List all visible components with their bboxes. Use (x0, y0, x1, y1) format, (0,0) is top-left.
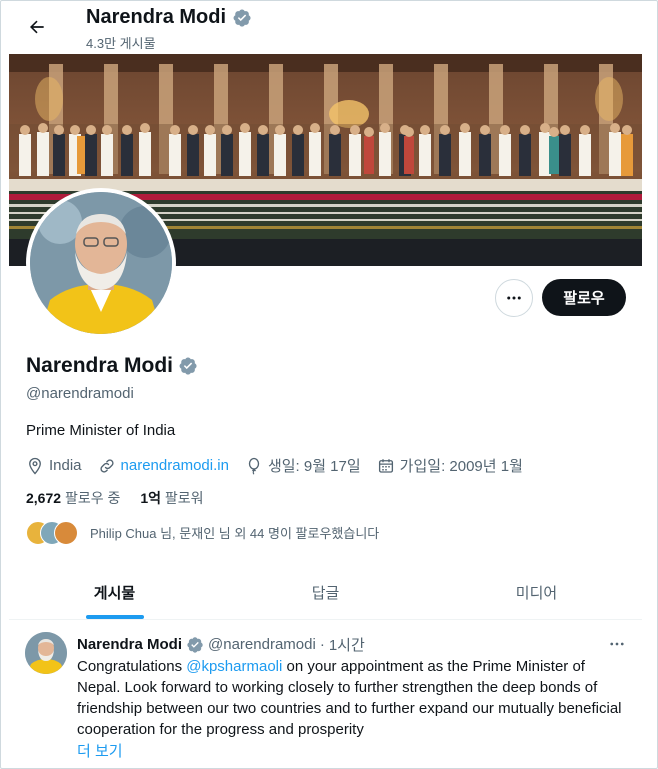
profile-name-row: Narendra Modi (26, 354, 198, 378)
verified-badge-icon (233, 8, 251, 27)
balloon-icon (248, 457, 260, 475)
followers-stat[interactable]: 1억 팔로워 (140, 488, 203, 508)
tab-active-indicator (85, 615, 144, 619)
calendar-icon (378, 458, 393, 473)
tweet[interactable]: Narendra Modi @narendramodi · 1시간 Congra… (9, 620, 642, 768)
top-bar: Narendra Modi 4.3만 게시물 (0, 0, 658, 54)
tab-media[interactable]: 미디어 (431, 565, 642, 619)
verified-badge-icon (179, 357, 197, 375)
following-count: 2,672 (26, 490, 62, 506)
tweet-more-button[interactable] (605, 634, 629, 654)
more-options-button[interactable] (495, 279, 533, 317)
website-link[interactable]: narendramodi.in (121, 457, 229, 474)
more-dots-icon (507, 296, 521, 300)
tweet-author-name[interactable]: Narendra Modi (77, 636, 182, 653)
header-name: Narendra Modi (86, 6, 227, 28)
tweet-mention-link[interactable]: @kpsharmaoli (186, 658, 282, 675)
tab-label: 게시물 (93, 584, 136, 602)
post-count: 4.3만 게시물 (86, 36, 156, 51)
followers-you-know[interactable]: Philip Chua 님, 문재인 님 외 44 명이 팔로우했습니다 (26, 519, 379, 545)
profile-avatar[interactable] (26, 188, 176, 338)
more-dots-icon (610, 642, 624, 646)
joined-item: 가입일: 2009년 1월 (377, 455, 523, 476)
mini-avatars (26, 519, 80, 545)
follow-button[interactable]: 팔로우 (542, 279, 626, 316)
location-text: India (49, 457, 82, 474)
followers-count: 1억 (140, 490, 162, 506)
tweet-avatar[interactable] (25, 632, 67, 674)
tweet-timestamp[interactable]: 1시간 (329, 634, 365, 655)
tweet-text: Congratulations @kpsharmaoli on your app… (77, 656, 625, 740)
back-button[interactable] (20, 10, 54, 44)
website-item: narendramodi.in (98, 457, 229, 475)
follow-stats: 2,672 팔로우 중 1억 팔로워 (26, 488, 204, 508)
profile-handle: @narendramodi (26, 385, 134, 402)
profile-name: Narendra Modi (26, 354, 174, 377)
show-more-link[interactable]: 더 보기 (77, 740, 123, 761)
location-pin-icon (29, 457, 41, 475)
tweet-author-handle[interactable]: @narendramodi (208, 636, 316, 653)
location-item: India (26, 457, 82, 475)
birthday-item: 생일: 9월 17일 (245, 455, 361, 476)
verified-badge-icon (187, 636, 203, 653)
birthday-text: 생일: 9월 17일 (267, 458, 361, 475)
avatar-image (30, 192, 172, 334)
tweet-text-start: Congratulations (77, 658, 187, 675)
link-icon (99, 458, 114, 473)
following-stat[interactable]: 2,672 팔로우 중 (26, 488, 120, 508)
profile-meta: India narendramodi.in 생일: 9월 17일 가입일: 20… (26, 455, 539, 476)
arrow-left-icon (30, 20, 44, 34)
tweet-separator: · (319, 636, 325, 653)
mini-avatar (54, 521, 78, 545)
followers-label: 팔로워 (164, 490, 204, 506)
tab-label: 미디어 (515, 584, 558, 602)
header-title: Narendra Modi (86, 6, 252, 29)
tab-replies[interactable]: 답글 (220, 565, 431, 619)
tab-label: 답글 (311, 584, 340, 602)
following-label: 팔로우 중 (64, 490, 121, 506)
joined-text: 가입일: 2009년 1월 (399, 458, 523, 475)
tab-posts[interactable]: 게시물 (9, 565, 220, 619)
tweet-header: Narendra Modi @narendramodi · 1시간 (77, 634, 365, 655)
followers-you-know-text: Philip Chua 님, 문재인 님 외 44 명이 팔로우했습니다 (90, 525, 380, 541)
profile-bio: Prime Minister of India (26, 422, 176, 439)
profile-tabs: 게시물 답글 미디어 (9, 565, 642, 620)
